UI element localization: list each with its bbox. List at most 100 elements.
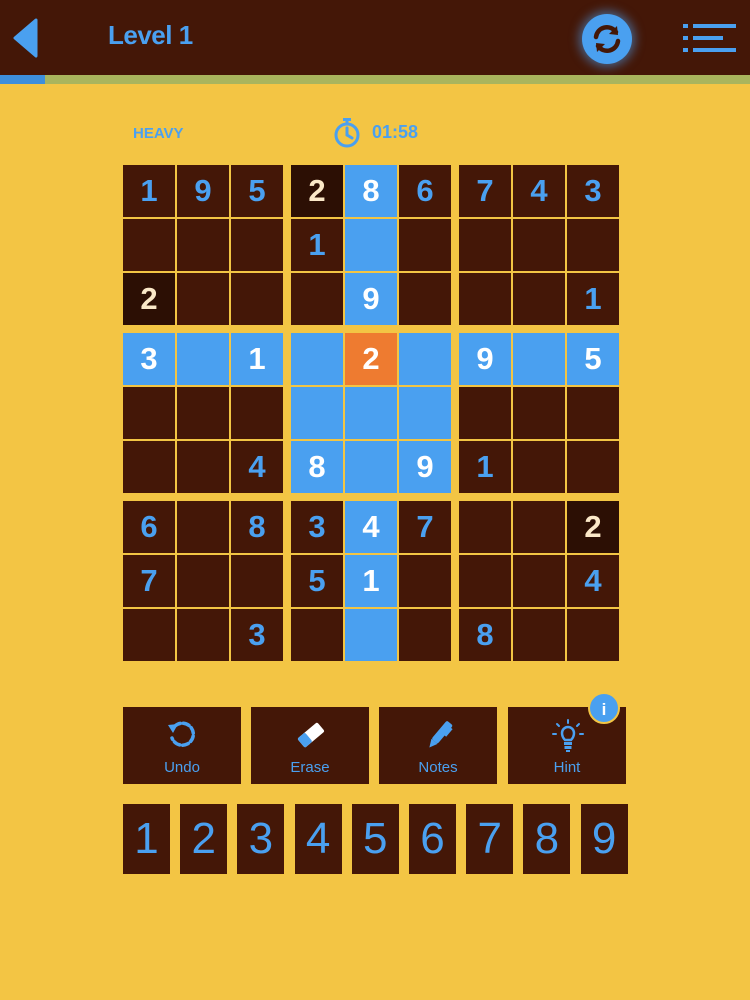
number-key-5[interactable]: 5 bbox=[351, 804, 399, 874]
cell-r3-c6[interactable] bbox=[399, 273, 451, 325]
undo-button[interactable]: Undo bbox=[123, 707, 241, 784]
cell-r8-c8[interactable] bbox=[513, 555, 565, 607]
cell-r2-c9[interactable] bbox=[567, 219, 619, 271]
cell-r5-c7[interactable] bbox=[459, 387, 511, 439]
cell-r2-c6[interactable] bbox=[399, 219, 451, 271]
cell-r5-c6[interactable] bbox=[399, 387, 451, 439]
cell-r5-c3[interactable] bbox=[231, 387, 283, 439]
back-button[interactable] bbox=[12, 18, 38, 58]
cell-r4-c2[interactable] bbox=[177, 333, 229, 385]
cell-r1-c5[interactable]: 8 bbox=[345, 165, 397, 217]
cell-r4-c5[interactable]: 2 bbox=[345, 333, 397, 385]
cell-r7-c5[interactable]: 4 bbox=[345, 501, 397, 553]
number-key-1[interactable]: 1 bbox=[123, 804, 170, 874]
cell-r3-c8[interactable] bbox=[513, 273, 565, 325]
cell-r7-c6[interactable]: 7 bbox=[399, 501, 451, 553]
cell-r6-c3[interactable]: 4 bbox=[231, 441, 283, 493]
cell-r8-c7[interactable] bbox=[459, 555, 511, 607]
erase-button[interactable]: Erase bbox=[251, 707, 369, 784]
cell-r9-c3[interactable]: 3 bbox=[231, 609, 283, 661]
cell-r5-c5[interactable] bbox=[345, 387, 397, 439]
cell-r1-c9[interactable]: 3 bbox=[567, 165, 619, 217]
cell-r9-c7[interactable]: 8 bbox=[459, 609, 511, 661]
cell-r2-c3[interactable] bbox=[231, 219, 283, 271]
cell-r4-c9[interactable]: 5 bbox=[567, 333, 619, 385]
cell-r2-c4[interactable]: 1 bbox=[291, 219, 343, 271]
cell-r4-c7[interactable]: 9 bbox=[459, 333, 511, 385]
cell-r4-c3[interactable]: 1 bbox=[231, 333, 283, 385]
cell-r8-c9[interactable]: 4 bbox=[567, 555, 619, 607]
cell-r9-c5[interactable] bbox=[345, 609, 397, 661]
cell-r7-c4[interactable]: 3 bbox=[291, 501, 343, 553]
cell-r9-c4[interactable] bbox=[291, 609, 343, 661]
cell-r1-c3[interactable]: 5 bbox=[231, 165, 283, 217]
cell-r9-c6[interactable] bbox=[399, 609, 451, 661]
cell-r9-c1[interactable] bbox=[123, 609, 175, 661]
cell-r6-c9[interactable] bbox=[567, 441, 619, 493]
cell-r1-c2[interactable]: 9 bbox=[177, 165, 229, 217]
cell-r1-c1[interactable]: 1 bbox=[123, 165, 175, 217]
cell-r6-c5[interactable] bbox=[345, 441, 397, 493]
cell-r3-c2[interactable] bbox=[177, 273, 229, 325]
menu-button[interactable] bbox=[683, 24, 737, 52]
cell-r3-c9[interactable]: 1 bbox=[567, 273, 619, 325]
cell-r8-c5[interactable]: 1 bbox=[345, 555, 397, 607]
cell-r9-c8[interactable] bbox=[513, 609, 565, 661]
restart-button[interactable] bbox=[582, 14, 632, 64]
cell-r7-c3[interactable]: 8 bbox=[231, 501, 283, 553]
cell-r8-c4[interactable]: 5 bbox=[291, 555, 343, 607]
cell-r1-c8[interactable]: 4 bbox=[513, 165, 565, 217]
cell-r6-c1[interactable] bbox=[123, 441, 175, 493]
cell-r7-c8[interactable] bbox=[513, 501, 565, 553]
cell-r7-c2[interactable] bbox=[177, 501, 229, 553]
cell-r5-c9[interactable] bbox=[567, 387, 619, 439]
cell-r8-c2[interactable] bbox=[177, 555, 229, 607]
cell-r7-c7[interactable] bbox=[459, 501, 511, 553]
number-key-4[interactable]: 4 bbox=[294, 804, 342, 874]
cell-r4-c8[interactable] bbox=[513, 333, 565, 385]
cell-r5-c8[interactable] bbox=[513, 387, 565, 439]
cell-r1-c6[interactable]: 6 bbox=[399, 165, 451, 217]
cell-r9-c9[interactable] bbox=[567, 609, 619, 661]
cell-r2-c2[interactable] bbox=[177, 219, 229, 271]
hint-info-badge[interactable]: i bbox=[588, 692, 620, 724]
cell-r6-c8[interactable] bbox=[513, 441, 565, 493]
number-key-2[interactable]: 2 bbox=[180, 804, 228, 874]
cell-r7-c9[interactable]: 2 bbox=[567, 501, 619, 553]
cell-r4-c4[interactable] bbox=[291, 333, 343, 385]
cell-r5-c4[interactable] bbox=[291, 387, 343, 439]
cell-r3-c4[interactable] bbox=[291, 273, 343, 325]
cell-r8-c6[interactable] bbox=[399, 555, 451, 607]
number-key-8[interactable]: 8 bbox=[523, 804, 571, 874]
notes-button[interactable]: Notes bbox=[379, 707, 497, 784]
cell-r3-c7[interactable] bbox=[459, 273, 511, 325]
cell-r7-c1[interactable]: 6 bbox=[123, 501, 175, 553]
cell-r3-c3[interactable] bbox=[231, 273, 283, 325]
level-title: Level 1 bbox=[108, 20, 193, 50]
cell-r1-c7[interactable]: 7 bbox=[459, 165, 511, 217]
timer: 01:58 bbox=[372, 122, 419, 142]
cell-r5-c1[interactable] bbox=[123, 387, 175, 439]
cell-r2-c1[interactable] bbox=[123, 219, 175, 271]
number-key-6[interactable]: 6 bbox=[409, 804, 456, 874]
cell-r2-c7[interactable] bbox=[459, 219, 511, 271]
number-key-3[interactable]: 3 bbox=[237, 804, 285, 874]
cell-r9-c2[interactable] bbox=[177, 609, 229, 661]
cell-r4-c6[interactable] bbox=[399, 333, 451, 385]
cell-r4-c1[interactable]: 3 bbox=[123, 333, 175, 385]
cell-r8-c1[interactable]: 7 bbox=[123, 555, 175, 607]
cell-r6-c7[interactable]: 1 bbox=[459, 441, 511, 493]
cell-r2-c5[interactable] bbox=[345, 219, 397, 271]
sudoku-board: 1952867431291312954891683472751438 bbox=[123, 165, 627, 669]
cell-r1-c4[interactable]: 2 bbox=[291, 165, 343, 217]
cell-r8-c3[interactable] bbox=[231, 555, 283, 607]
number-key-7[interactable]: 7 bbox=[466, 804, 514, 874]
cell-r6-c2[interactable] bbox=[177, 441, 229, 493]
cell-r2-c8[interactable] bbox=[513, 219, 565, 271]
number-key-9[interactable]: 9 bbox=[580, 804, 628, 874]
cell-r6-c4[interactable]: 8 bbox=[291, 441, 343, 493]
cell-r6-c6[interactable]: 9 bbox=[399, 441, 451, 493]
cell-r5-c2[interactable] bbox=[177, 387, 229, 439]
cell-r3-c1[interactable]: 2 bbox=[123, 273, 175, 325]
cell-r3-c5[interactable]: 9 bbox=[345, 273, 397, 325]
